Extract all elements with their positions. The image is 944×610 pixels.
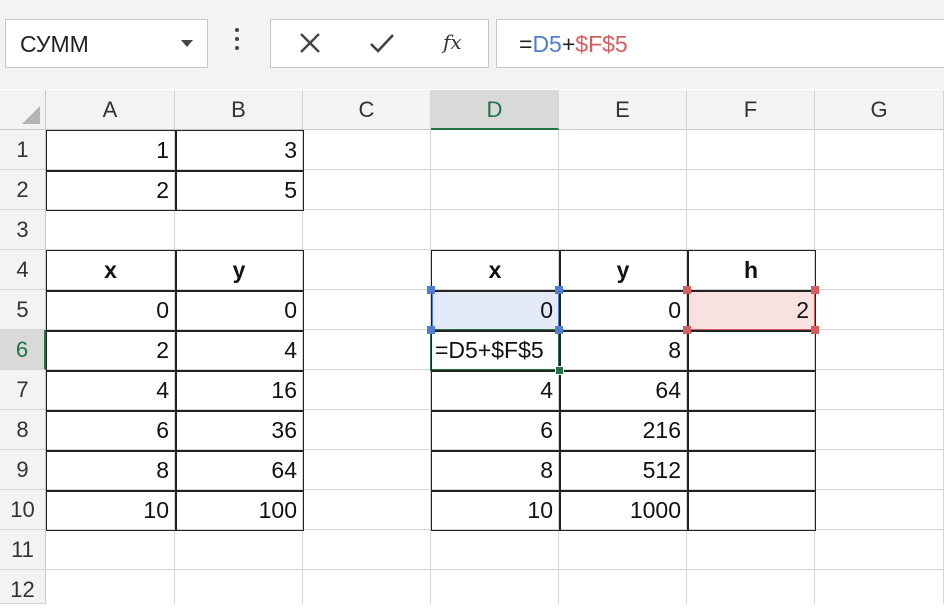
column-header-b[interactable]: B	[175, 90, 303, 130]
cell-a2[interactable]: 2	[46, 170, 175, 210]
row-header-3[interactable]: 3	[0, 210, 46, 250]
cell-b9[interactable]: 64	[175, 450, 303, 490]
cell-e8[interactable]: 216	[559, 410, 687, 450]
resize-handle[interactable]	[811, 326, 819, 334]
cell-e9[interactable]: 512	[559, 450, 687, 490]
cell-a8[interactable]: 6	[46, 410, 175, 450]
row-header-5[interactable]: 5	[0, 290, 46, 330]
resize-handle[interactable]	[427, 326, 435, 334]
cell-e6[interactable]: 8	[559, 330, 687, 370]
resize-handle[interactable]	[555, 326, 563, 334]
select-all-corner[interactable]	[0, 90, 46, 130]
column-header-d[interactable]: D	[431, 90, 559, 130]
row-header-10[interactable]: 10	[0, 490, 46, 530]
cell-d6[interactable]: =D5+$F$5	[431, 330, 559, 370]
cell-d4[interactable]: x	[431, 250, 559, 290]
row-header-9[interactable]: 9	[0, 450, 46, 490]
fill-handle[interactable]	[555, 366, 564, 375]
resize-handle[interactable]	[427, 286, 435, 294]
cell-d7[interactable]: 4	[431, 370, 559, 410]
resize-handle[interactable]	[683, 326, 691, 334]
cell-a10[interactable]: 10	[46, 490, 175, 530]
cell-a6[interactable]: 2	[46, 330, 175, 370]
cell-f5[interactable]: 2	[687, 290, 815, 330]
row-header-4[interactable]: 4	[0, 250, 46, 290]
cell-b10[interactable]: 100	[175, 490, 303, 530]
cell-e10[interactable]: 1000	[559, 490, 687, 530]
row-header-11[interactable]: 11	[0, 530, 46, 570]
cell-a1[interactable]: 1	[46, 130, 175, 170]
cell-f4[interactable]: h	[687, 250, 815, 290]
cell-d8[interactable]: 6	[431, 410, 559, 450]
cell-b7[interactable]: 16	[175, 370, 303, 410]
row-header-8[interactable]: 8	[0, 410, 46, 450]
column-header-e[interactable]: E	[559, 90, 687, 130]
cell-a7[interactable]: 4	[46, 370, 175, 410]
resize-handle[interactable]	[811, 286, 819, 294]
row-header-6[interactable]: 6	[0, 330, 46, 370]
column-header-f[interactable]: F	[687, 90, 815, 130]
row-header-1[interactable]: 1	[0, 130, 46, 170]
cell-a4[interactable]: x	[46, 250, 175, 290]
cell-d10[interactable]: 10	[431, 490, 559, 530]
select-all-icon	[22, 106, 40, 124]
resize-handle[interactable]	[683, 286, 691, 294]
cell-d5[interactable]: 0	[431, 290, 559, 330]
column-header-a[interactable]: A	[46, 90, 175, 130]
gridline	[46, 569, 944, 570]
column-header-c[interactable]: C	[303, 90, 431, 130]
row-header-12[interactable]: 12	[0, 570, 46, 604]
cell-e5[interactable]: 0	[559, 290, 687, 330]
cell-a9[interactable]: 8	[46, 450, 175, 490]
row-header-2[interactable]: 2	[0, 170, 46, 210]
column-header-g[interactable]: G	[815, 90, 944, 130]
cell-a5[interactable]: 0	[46, 290, 175, 330]
cell-b8[interactable]: 36	[175, 410, 303, 450]
gridline	[814, 130, 815, 604]
cell-b2[interactable]: 5	[175, 170, 303, 210]
cell-b6[interactable]: 4	[175, 330, 303, 370]
cell-e4[interactable]: y	[559, 250, 687, 290]
cell-b5[interactable]: 0	[175, 290, 303, 330]
cell-b4[interactable]: y	[175, 250, 303, 290]
resize-handle[interactable]	[555, 286, 563, 294]
cell-d9[interactable]: 8	[431, 450, 559, 490]
cell-b1[interactable]: 3	[175, 130, 303, 170]
cell-e7[interactable]: 64	[559, 370, 687, 410]
worksheet-grid: A B C D E F G 1 2 3 4 5 6 7 8 9 10 11 12 1 3 2 5 x y 0 0 2 4 4 16 6 36 8 6…	[0, 0, 944, 604]
row-header-7[interactable]: 7	[0, 370, 46, 410]
